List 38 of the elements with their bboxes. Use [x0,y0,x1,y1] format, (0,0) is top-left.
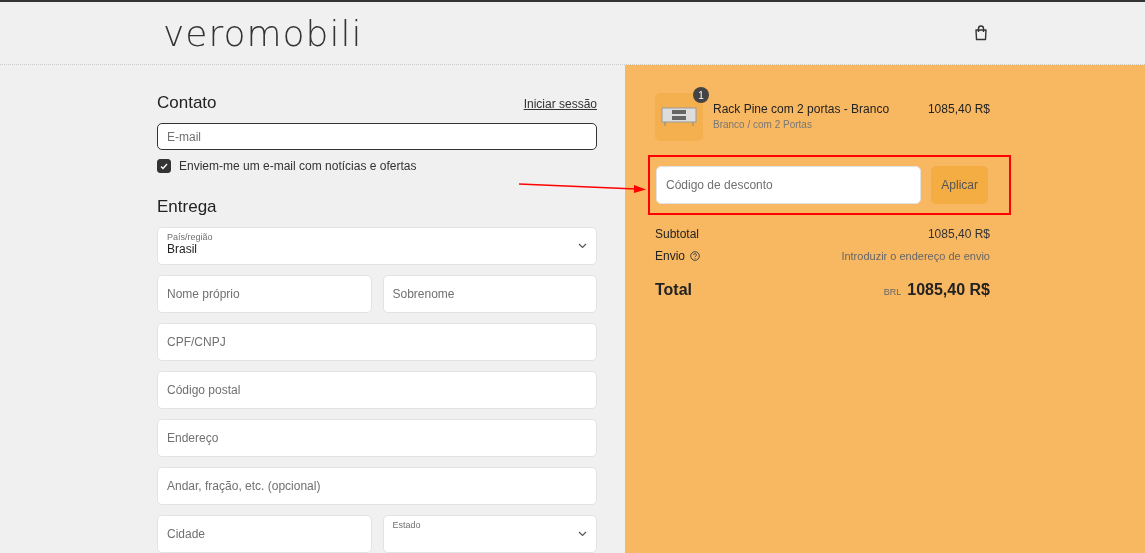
checkbox-label: Enviem-me um e-mail com notícias e ofertas [179,159,417,173]
discount-code-field[interactable]: Código de desconto [656,166,922,204]
check-icon [160,162,168,170]
select-field[interactable]: País/região Brasil [157,227,597,265]
product-variant: Branco / com 2 Portas [713,119,813,130]
cabinet-icon [661,106,697,128]
product-name: Rack Pine com 2 portas - Branco [713,102,891,116]
shipping-value: Introduzir o endereço de envio [841,250,990,262]
product-price: 1085,40 R$ [927,101,990,116]
subtotal-label: Subtotal [655,227,700,241]
total-value: 1085,40 R$ [907,281,990,299]
logo[interactable]: veromobili [163,12,363,54]
chevron-down-icon [578,243,587,249]
checkbox[interactable] [157,159,171,173]
input-field[interactable]: Cidade [157,515,372,553]
input-field[interactable]: Andar, fração, etc. (opcional) [157,467,597,505]
email-field[interactable]: E-mail [157,123,597,150]
chevron-down-icon [578,531,587,537]
total-label: Total [655,281,693,299]
shopping-bag-icon[interactable] [974,25,988,41]
select-field[interactable]: Estado [382,515,597,553]
subtotal-value: 1085,40 R$ [927,227,990,241]
help-icon[interactable] [690,251,701,261]
section-title: Contato [157,93,217,113]
apply-button[interactable]: Aplicar [931,166,988,204]
section-title: Entrega [157,197,217,217]
field-label: Estado [392,520,421,530]
login-link[interactable]: Iniciar sessão [523,97,597,111]
shipping-label: Envio [655,249,686,263]
input-field[interactable]: CPF/CNPJ [157,323,597,361]
input-field[interactable]: Código postal [157,371,597,409]
quantity-badge: 1 [693,87,709,103]
input-field[interactable]: Nome próprio [157,275,372,313]
field-value: Brasil [167,242,198,256]
currency-code: BRL [883,287,902,297]
field-label: País/região [167,232,213,242]
input-field[interactable]: Endereço [157,419,597,457]
input-field[interactable]: Sobrenome [382,275,597,313]
